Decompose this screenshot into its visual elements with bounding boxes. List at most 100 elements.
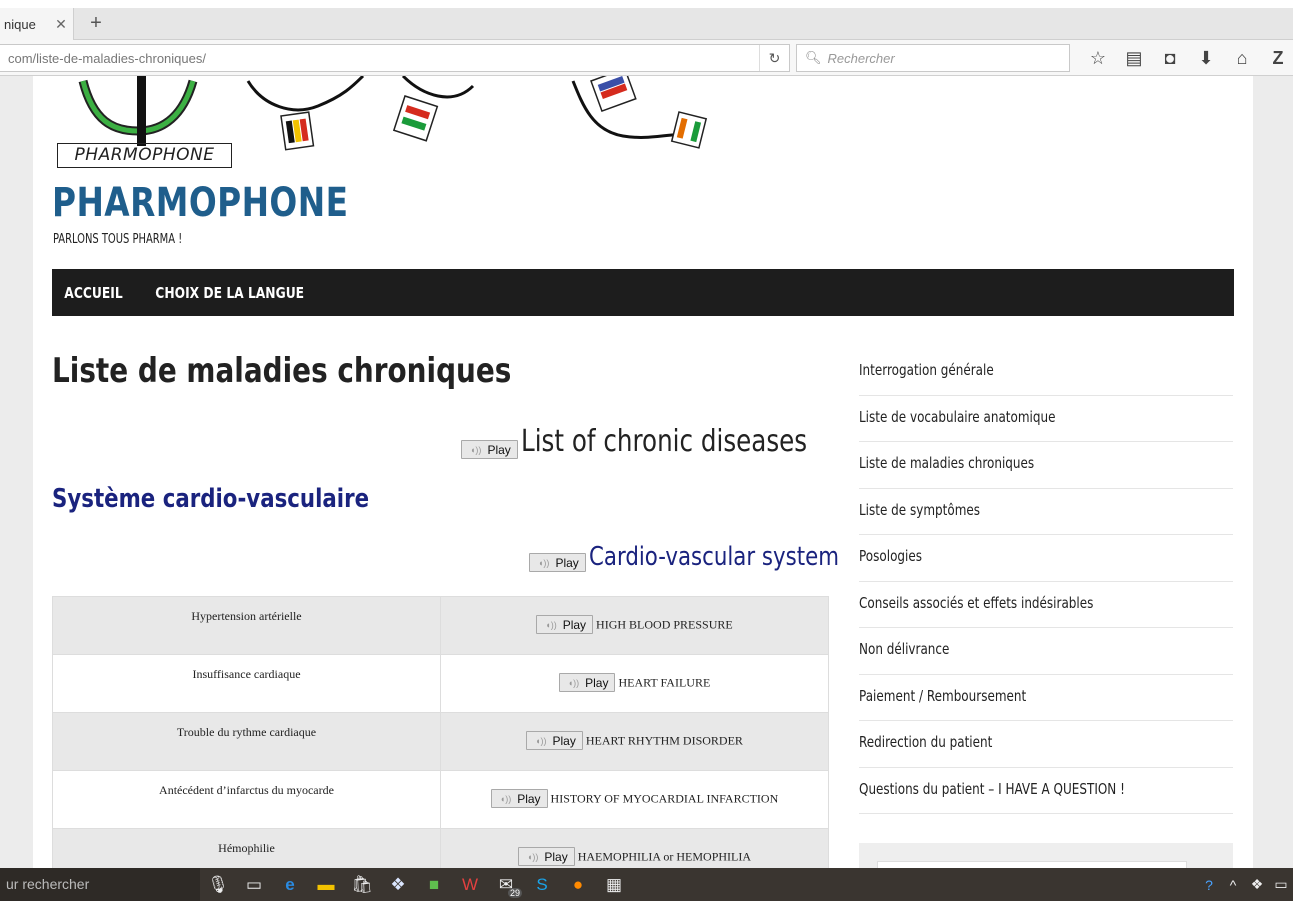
windows-taskbar: ur rechercher 🎙︎ ▭ e ▬ 🛍︎ ❖ ■ W ✉ 29 S ● …	[0, 868, 1293, 901]
evernote-icon[interactable]: ■	[416, 868, 452, 901]
sidebar-item-posologies[interactable]: Posologies	[859, 535, 1233, 582]
play-term-button[interactable]: ◖)) Play	[490, 789, 548, 808]
speaker-icon: ◖))	[567, 677, 580, 688]
battery-icon[interactable]: ▭	[1269, 876, 1293, 893]
french-term: Hypertension artérielle	[52, 596, 441, 655]
french-term: Hémophilie	[52, 828, 441, 868]
play-term-button[interactable]: ◖)) Play	[536, 615, 594, 634]
english-term: HISTORY OF MYOCARDIAL INFARCTION	[550, 791, 779, 806]
speaker-icon: ◖))	[526, 851, 539, 862]
english-term-cell: ◖)) Play HAEMOPHILIA or HEMOPHILIA	[440, 828, 829, 868]
firefox-icon[interactable]: ●	[560, 868, 596, 901]
play-term-button[interactable]: ◖)) Play	[526, 731, 583, 750]
edge-browser-icon[interactable]: e	[272, 868, 308, 901]
sidebar-item-label: Redirection du patient	[859, 733, 993, 751]
skype-icon[interactable]: S	[524, 868, 560, 901]
archive-icon[interactable]: ▦	[596, 868, 632, 901]
browser-toolbar: com/liste-de-maladies-chroniques/ ↻ 🔍︎ R…	[0, 40, 1293, 76]
english-title-row: ◖)) Play List of chronic diseases	[461, 424, 870, 459]
tab-strip	[0, 8, 1293, 40]
speaker-icon: ◖))	[538, 557, 550, 568]
table-row: Hémophilie ◖)) Play HAEMOPHILIA or HEMOPHI…	[52, 828, 829, 868]
play-button-label: Play	[517, 791, 541, 806]
zotero-icon[interactable]: Z	[1260, 48, 1293, 69]
close-tab-icon[interactable]: ✕	[53, 16, 69, 33]
dropbox-icon[interactable]: ❖	[380, 868, 416, 901]
sidebar-widget	[859, 843, 1233, 868]
microphone-icon[interactable]: 🎙︎	[200, 868, 236, 901]
english-term: HIGH BLOOD PRESSURE	[596, 617, 733, 632]
sidebar-item-label: Paiement / Remboursement	[859, 686, 1027, 705]
play-section-button[interactable]: ◖)) Play	[529, 553, 586, 572]
disease-table: Hypertension artérielle ◖)) Play HIGH BLOO…	[52, 596, 829, 868]
sidebar-search-input[interactable]	[877, 861, 1187, 868]
taskbar-search[interactable]: ur rechercher	[0, 868, 200, 901]
play-button-label: Play	[552, 733, 576, 748]
speaker-icon: ◖))	[499, 793, 512, 804]
new-tab-icon[interactable]: +	[86, 12, 106, 35]
sidebar-item-label: Interrogation générale	[859, 361, 994, 379]
sidebar-item-paiement[interactable]: Paiement / Remboursement	[859, 675, 1233, 721]
pocket-icon[interactable]: ◘	[1152, 48, 1188, 69]
sidebar-item-questions[interactable]: Questions du patient – I HAVE A QUESTION…	[859, 768, 1233, 814]
main-navigation: ACCUEIL CHOIX DE LA LANGUE	[52, 269, 1234, 316]
play-term-button[interactable]: ◖)) Play	[517, 847, 575, 866]
page-scrollbar[interactable]	[1253, 76, 1293, 868]
table-row: Insuffisance cardiaque ◖)) Play HEART FAIL…	[52, 654, 829, 713]
bookmarks-list-icon[interactable]: ▤	[1116, 48, 1152, 69]
toolbar-buttons: ☆ ▤ ◘ ⬇ ⌂ Z	[1080, 46, 1293, 70]
play-button-label: Play	[555, 555, 579, 570]
english-term: HEART FAILURE	[618, 675, 711, 690]
page-title: Liste de maladies chroniques	[52, 351, 512, 391]
play-button-label: Play	[585, 675, 609, 690]
bookmark-star-icon[interactable]: ☆	[1080, 48, 1116, 69]
wps-office-icon[interactable]: W	[452, 868, 488, 901]
mail-icon[interactable]: ✉ 29	[488, 868, 524, 901]
french-term: Antécédent d’infarctus du myocarde	[52, 770, 441, 829]
browser-tab[interactable]: nique ✕	[0, 8, 74, 40]
sidebar-item-label: Liste de vocabulaire anatomique	[859, 407, 1056, 426]
play-title-button[interactable]: ◖)) Play	[461, 440, 518, 459]
sidebar-item-interrogation-generale[interactable]: Interrogation générale	[859, 349, 1233, 396]
nav-item-choix-de-la-langue[interactable]: CHOIX DE LA LANGUE	[143, 284, 316, 302]
sidebar-item-maladies-chroniques[interactable]: Liste de maladies chroniques	[859, 442, 1233, 489]
play-button-label: Play	[544, 849, 568, 864]
sidebar-item-vocabulaire-anatomique[interactable]: Liste de vocabulaire anatomique	[859, 396, 1233, 442]
sidebar-item-label: Liste de symptômes	[859, 500, 981, 519]
search-placeholder: Rechercher	[827, 50, 895, 66]
download-icon[interactable]: ⬇	[1188, 48, 1224, 69]
sidebar-item-symptomes[interactable]: Liste de symptômes	[859, 489, 1233, 535]
home-icon[interactable]: ⌂	[1224, 48, 1260, 69]
file-explorer-icon[interactable]: ▬	[308, 868, 344, 901]
search-icon: 🔍︎	[805, 50, 822, 65]
sidebar-item-label: Questions du patient – I HAVE A QUESTION…	[859, 779, 1125, 798]
system-tray: ? ^ ❖ ▭	[1197, 868, 1293, 901]
search-bar[interactable]: 🔍︎ Rechercher	[796, 44, 1070, 72]
chevron-up-icon[interactable]: ^	[1221, 877, 1245, 893]
address-bar[interactable]: com/liste-de-maladies-chroniques/ ↻	[0, 44, 790, 72]
speaker-icon: ◖))	[535, 735, 547, 746]
browser-tab-bar: nique ✕ +	[0, 0, 1293, 40]
task-view-icon[interactable]: ▭	[236, 868, 272, 901]
english-section-row: ◖)) Play Cardio-vascular system	[529, 542, 894, 572]
store-icon[interactable]: 🛍︎	[344, 868, 380, 901]
speaker-icon: ◖))	[470, 444, 482, 455]
help-icon[interactable]: ?	[1197, 877, 1221, 893]
site-tagline: PARLONS TOUS PHARMA !	[53, 232, 183, 247]
play-term-button[interactable]: ◖)) Play	[558, 673, 616, 692]
sidebar-item-redirection[interactable]: Redirection du patient	[859, 721, 1233, 768]
sidebar-item-non-delivrance[interactable]: Non délivrance	[859, 628, 1233, 675]
nav-item-accueil[interactable]: ACCUEIL	[52, 284, 135, 302]
english-term-cell: ◖)) Play HISTORY OF MYOCARDIAL INFARCTION	[440, 770, 829, 829]
sidebar-item-conseils[interactable]: Conseils associés et effets indésirables	[859, 582, 1233, 628]
url-text[interactable]: com/liste-de-maladies-chroniques/	[0, 51, 759, 66]
site-title[interactable]: PHARMOPHONE	[52, 180, 348, 226]
dropbox-tray-icon[interactable]: ❖	[1245, 876, 1269, 893]
sidebar-item-label: Non délivrance	[859, 640, 950, 658]
reload-icon[interactable]: ↻	[759, 45, 789, 71]
mail-badge: 29	[507, 888, 522, 898]
play-button-label: Play	[562, 617, 587, 632]
sidebar-menu: Interrogation générale Liste de vocabula…	[859, 349, 1233, 814]
page-viewport: PHARMOPHONE PHARMOPHONE PARLONS TOUS PHA…	[0, 76, 1293, 868]
logo-badge: PHARMOPHONE	[57, 143, 232, 168]
